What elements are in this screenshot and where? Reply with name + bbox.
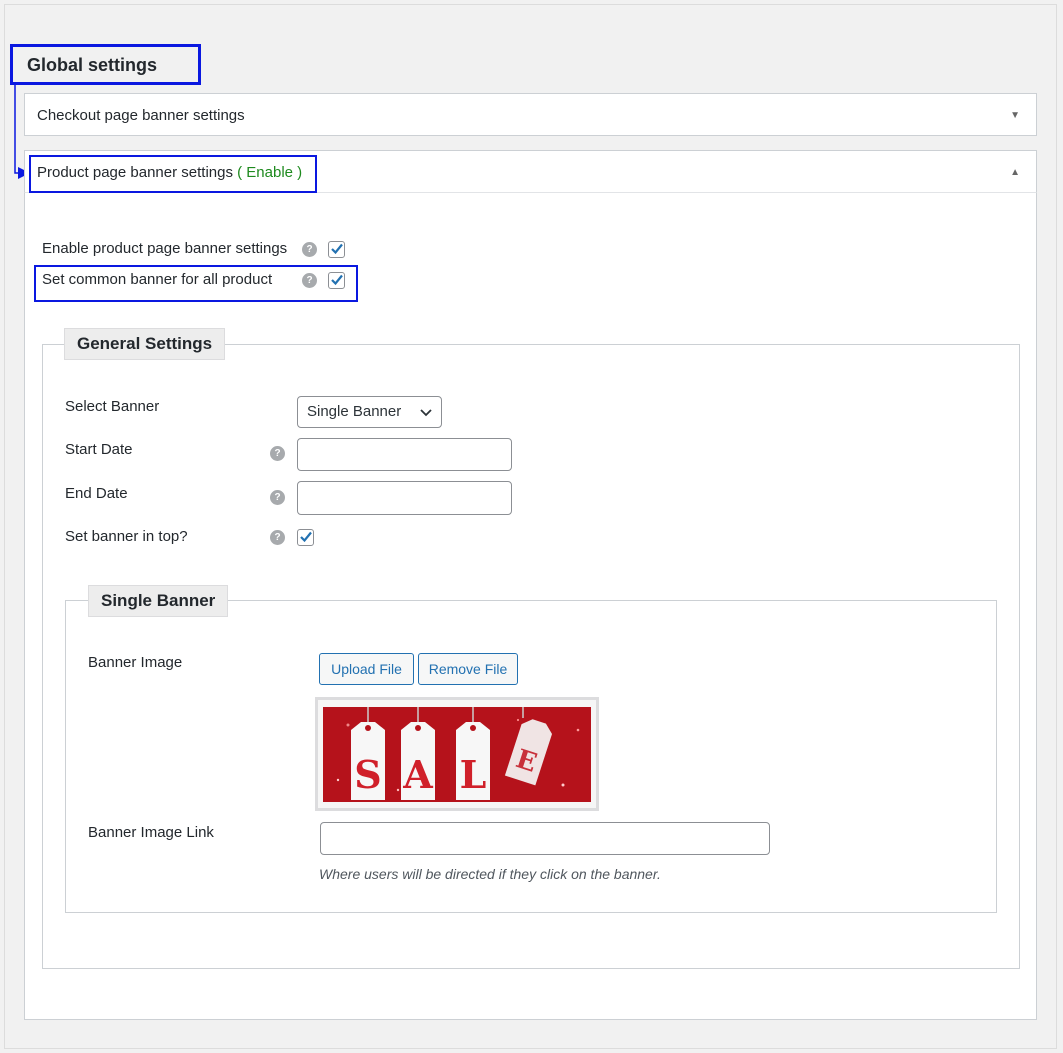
svg-text:S: S — [354, 752, 381, 797]
banner-link-description: Where users will be directed if they cli… — [319, 866, 661, 882]
banner-link-input[interactable] — [320, 822, 770, 855]
remove-file-button[interactable]: Remove File — [418, 653, 518, 685]
general-settings-legend: General Settings — [64, 328, 226, 360]
help-icon[interactable]: ? — [270, 446, 285, 461]
enable-product-banner-checkbox[interactable] — [328, 241, 345, 258]
start-date-input[interactable] — [297, 438, 512, 471]
svg-text:A: A — [402, 752, 433, 797]
banner-top-label: Set banner in top? — [65, 528, 188, 545]
end-date-label: End Date — [65, 485, 128, 502]
help-icon[interactable]: ? — [302, 242, 317, 257]
checkmark-icon — [331, 274, 343, 286]
arrow-down-icon: ▼ — [1010, 110, 1020, 121]
checkout-banner-accordion[interactable]: Checkout page banner settings ▼ — [24, 93, 1037, 136]
end-date-input[interactable] — [297, 481, 512, 515]
start-date-label: Start Date — [65, 441, 133, 458]
single-banner-legend: Single Banner — [88, 585, 229, 617]
banner-image-label: Banner Image — [88, 654, 183, 671]
banner-top-checkbox[interactable] — [297, 529, 314, 546]
upload-file-button[interactable]: Upload File — [319, 653, 414, 685]
checkout-banner-title: Checkout page banner settings — [37, 107, 245, 124]
svg-text:L: L — [460, 752, 487, 797]
product-banner-status: ( Enable ) — [237, 164, 303, 181]
product-banner-title: Product page banner settings — [37, 164, 233, 181]
chevron-down-icon — [420, 409, 432, 417]
checkmark-icon — [300, 531, 312, 543]
help-icon[interactable]: ? — [302, 273, 317, 288]
arrow-up-icon: ▲ — [1010, 167, 1020, 178]
banner-image-preview[interactable]: E S A L — [315, 697, 599, 811]
select-banner-label: Select Banner — [65, 398, 160, 415]
help-icon[interactable]: ? — [270, 530, 285, 545]
common-banner-checkbox[interactable] — [328, 272, 345, 289]
enable-product-banner-label: Enable product page banner settings — [42, 240, 288, 257]
checkmark-icon — [331, 243, 343, 255]
sale-banner-image: E S A L — [323, 707, 591, 802]
product-banner-accordion[interactable]: Product page banner settings ( Enable ) … — [24, 150, 1037, 193]
banner-link-label: Banner Image Link — [88, 824, 214, 841]
banner-type-select[interactable]: Single Banner — [297, 396, 442, 428]
banner-type-value: Single Banner — [307, 403, 402, 420]
help-icon[interactable]: ? — [270, 490, 285, 505]
common-banner-label: Set common banner for all product — [42, 271, 273, 288]
